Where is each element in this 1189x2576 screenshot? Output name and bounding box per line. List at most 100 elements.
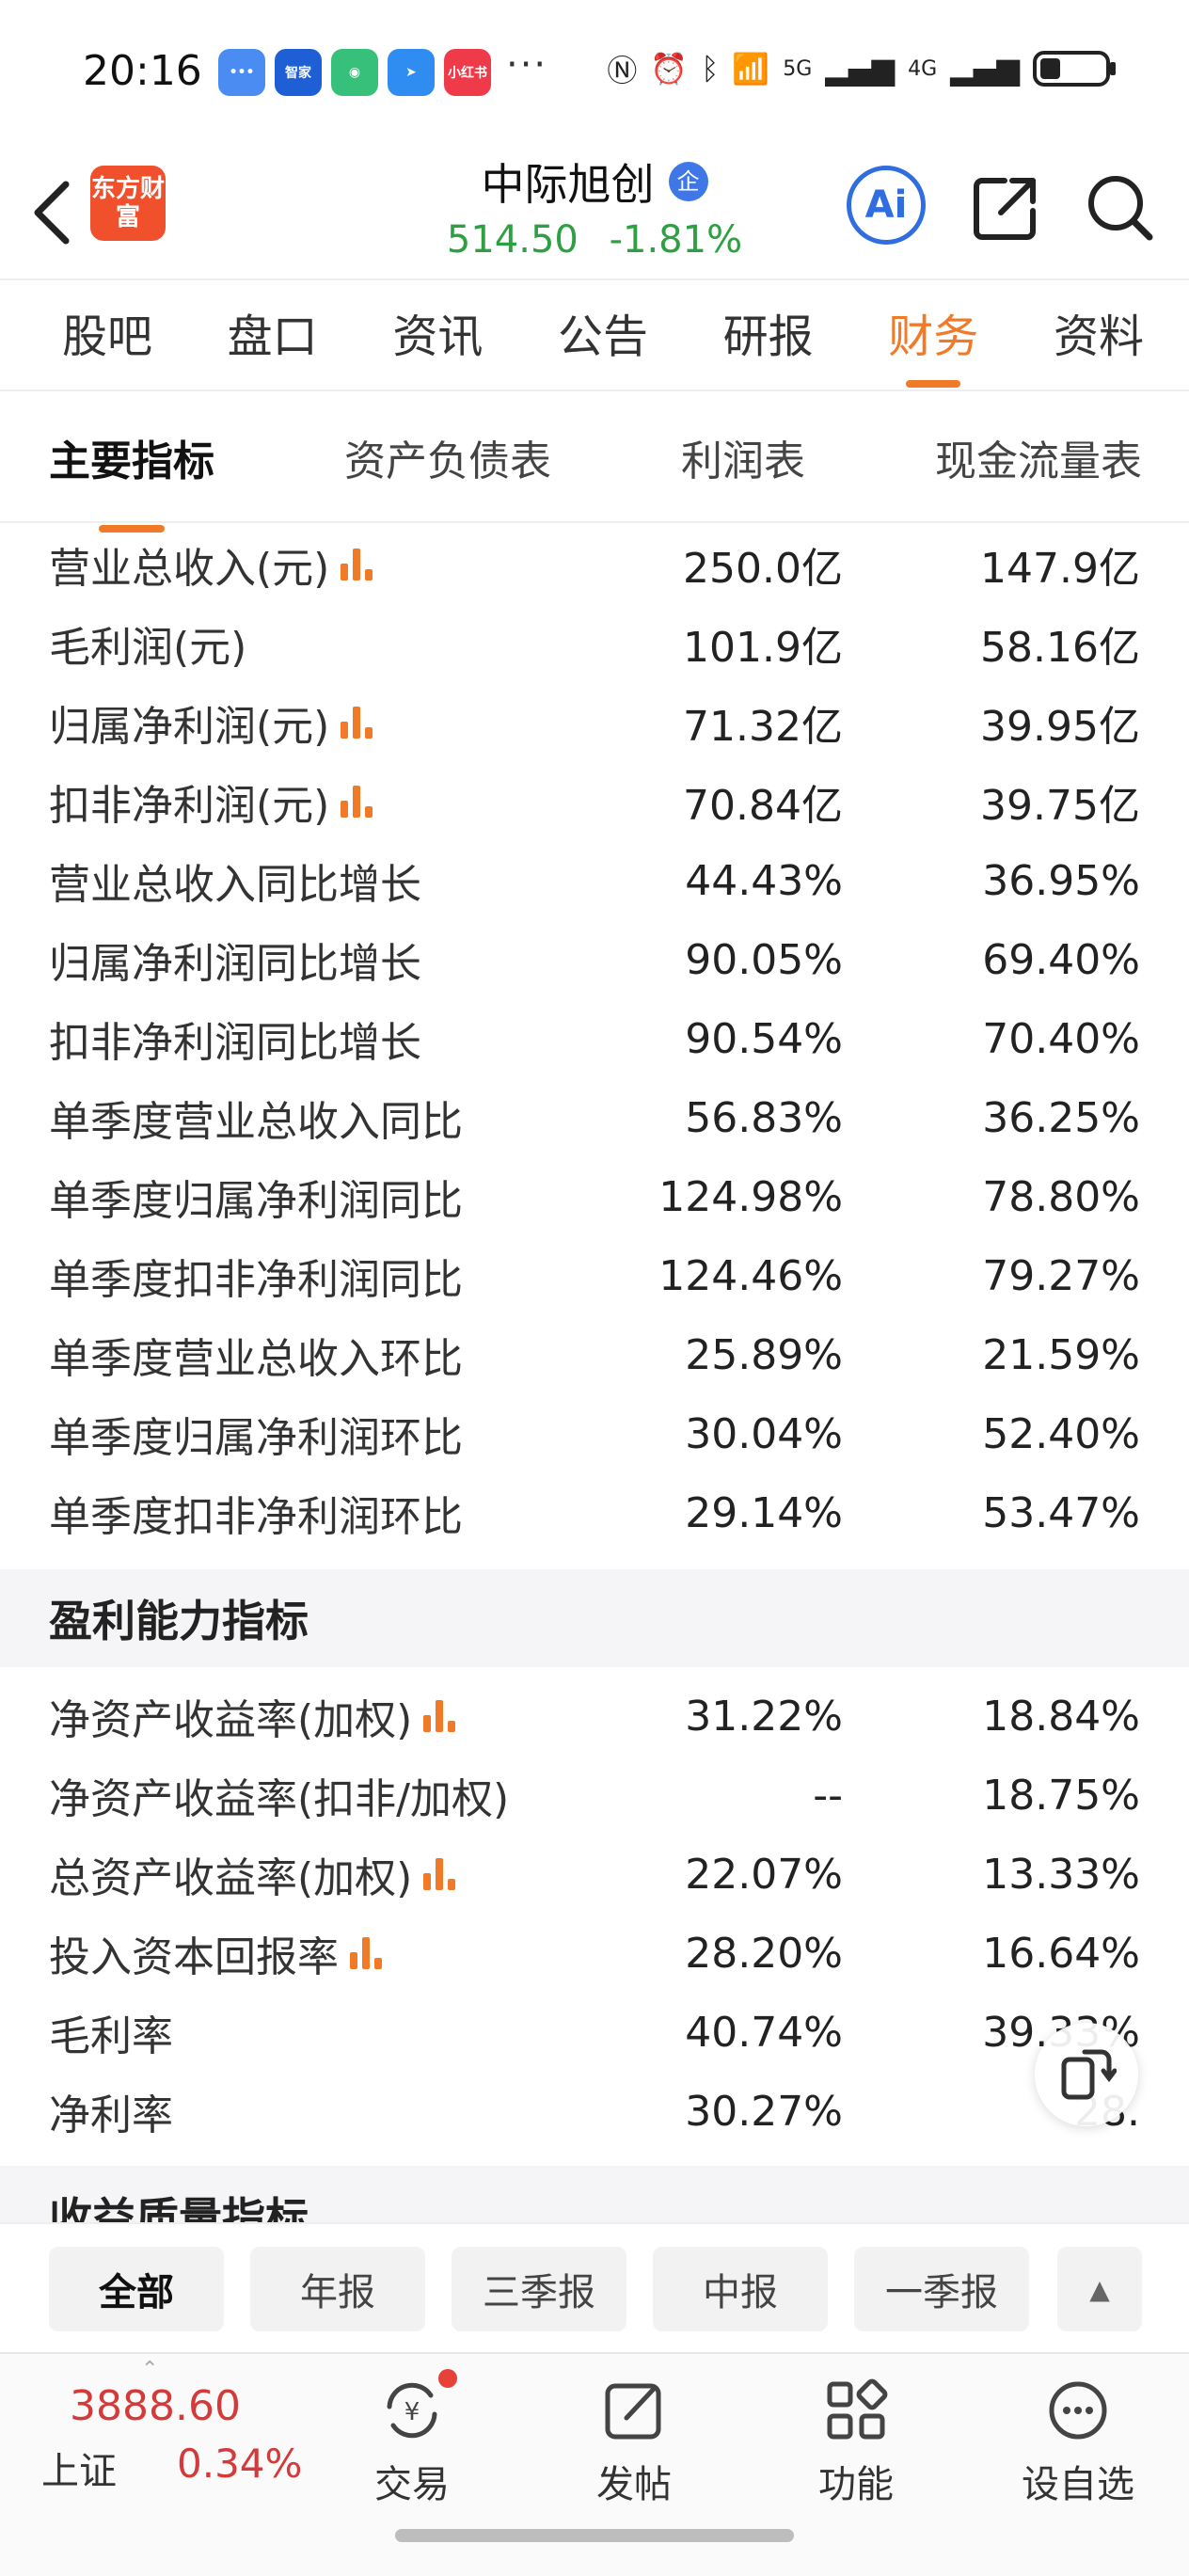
- indicator-label-text: 单季度归属净利润同比: [49, 1177, 463, 1225]
- value-period-2: 18.84%: [982, 1692, 1140, 1741]
- tab-guba[interactable]: 股吧: [62, 299, 152, 371]
- bar-chart-icon[interactable]: [341, 786, 374, 818]
- filter-all[interactable]: 全部: [49, 2247, 224, 2331]
- filter-interim[interactable]: 中报: [653, 2247, 828, 2331]
- tab-news[interactable]: 资讯: [392, 299, 483, 371]
- value-period-2: 16.64%: [982, 1929, 1140, 1978]
- bar-chart-icon[interactable]: [341, 707, 374, 739]
- indicator-row[interactable]: 总资产收益率(加权) 22.07% 13.33%: [0, 1835, 1189, 1914]
- subtab-balance-sheet[interactable]: 资产负债表: [344, 427, 551, 487]
- main-tabs: 股吧 盘口 资讯 公告 研报 财务 资料: [0, 278, 1189, 391]
- signal-icon: ▂▄▆: [825, 51, 896, 87]
- index-change[interactable]: 0.34%: [177, 2441, 302, 2487]
- nav-watchlist[interactable]: 设自选: [1003, 2373, 1153, 2508]
- shop-app-icon: ◉: [331, 49, 378, 96]
- wifi-icon: 📶: [732, 51, 770, 87]
- filter-annual[interactable]: 年报: [250, 2247, 425, 2331]
- indicator-row[interactable]: 扣非净利润同比增长 90.54% 70.40%: [0, 999, 1189, 1078]
- value-period-1: 30.27%: [685, 2087, 843, 2136]
- bar-chart-icon[interactable]: [423, 1858, 457, 1890]
- indicator-row[interactable]: 投入资本回报率 28.20% 16.64%: [0, 1914, 1189, 1993]
- share-icon[interactable]: [969, 169, 1044, 245]
- svg-text:¥: ¥: [404, 2398, 420, 2426]
- tab-research[interactable]: 研报: [723, 299, 814, 371]
- message-app-icon: •••: [218, 49, 265, 96]
- indicator-row[interactable]: 单季度归属净利润环比 30.04% 52.40%: [0, 1394, 1189, 1473]
- tab-finance[interactable]: 财务: [888, 299, 978, 388]
- subtab-key-indicators[interactable]: 主要指标: [49, 427, 214, 533]
- value-period-1: 29.14%: [685, 1488, 843, 1537]
- feishu-app-icon: ➤: [388, 49, 435, 96]
- indicator-row[interactable]: 单季度扣非净利润同比 124.46% 79.27%: [0, 1236, 1189, 1315]
- nav-post[interactable]: 发帖: [559, 2373, 709, 2508]
- indicator-label-text: 扣非净利润(元): [49, 782, 330, 830]
- ai-assistant-button[interactable]: Ai: [847, 166, 926, 245]
- rotate-view-button[interactable]: [1035, 2023, 1138, 2126]
- search-icon[interactable]: [1082, 169, 1157, 245]
- indicator-label-text: 单季度营业总收入同比: [49, 1098, 463, 1146]
- value-period-2: 53.47%: [982, 1488, 1140, 1537]
- indicator-row[interactable]: 归属净利润(元) 71.32亿 39.95亿: [0, 683, 1189, 762]
- indicator-row[interactable]: 净利率30.27%28.: [0, 2072, 1189, 2151]
- tab-profile[interactable]: 资料: [1054, 299, 1144, 371]
- tab-pankou[interactable]: 盘口: [228, 299, 318, 371]
- bluetooth-icon: ᛒ: [701, 51, 720, 87]
- indicator-label: 单季度归属净利润同比: [49, 1167, 463, 1227]
- signal-4g-label: 4G: [908, 56, 938, 81]
- indicator-label: 扣非净利润同比增长: [49, 1009, 421, 1069]
- scroll-top-button[interactable]: ▲: [1057, 2247, 1142, 2331]
- indicator-row[interactable]: 毛利润(元) 101.9亿 58.16亿: [0, 604, 1189, 683]
- value-period-1: 71.32亿: [683, 703, 843, 751]
- bar-chart-icon[interactable]: [341, 549, 374, 580]
- value-period-2: 79.27%: [982, 1251, 1140, 1300]
- more-icon: [1040, 2373, 1116, 2448]
- index-value[interactable]: 3888.60: [70, 2382, 241, 2430]
- indicator-row[interactable]: 单季度营业总收入环比 25.89% 21.59%: [0, 1315, 1189, 1394]
- signal-5g-label: 5G: [783, 56, 813, 81]
- value-period-2: 39.95亿: [980, 703, 1140, 751]
- indicator-row[interactable]: 毛利率40.74%39.33%: [0, 1993, 1189, 2072]
- nav-label: 设自选: [1022, 2463, 1134, 2506]
- home-indicator[interactable]: [395, 2529, 794, 2542]
- indicator-label: 单季度营业总收入环比: [49, 1325, 463, 1385]
- indicator-label-text: 毛利率: [49, 2012, 173, 2060]
- indicator-row[interactable]: 营业总收入(元) 250.0亿 147.9亿: [0, 525, 1189, 604]
- indicator-label: 毛利润(元): [49, 613, 246, 674]
- indicator-row[interactable]: 单季度扣非净利润环比 29.14% 53.47%: [0, 1473, 1189, 1552]
- filter-q1[interactable]: 一季报: [854, 2247, 1029, 2331]
- value-period-1: 44.43%: [685, 856, 843, 905]
- indicator-row[interactable]: 净资产收益率(加权) 31.22% 18.84%: [0, 1677, 1189, 1756]
- bottom-nav: ⌃ 3888.60 上证 0.34% ¥ 交易 发帖 功能 设自选: [0, 2352, 1189, 2576]
- indicator-row[interactable]: 净资产收益率(扣非/加权) -- 18.75%: [0, 1756, 1189, 1835]
- indicator-label-text: 毛利润(元): [49, 624, 247, 672]
- value-period-1: 28.20%: [685, 1929, 843, 1978]
- expand-caret-icon[interactable]: ⌃: [141, 2358, 158, 2381]
- section-title: 盈利能力指标: [49, 1596, 309, 1646]
- nav-trade[interactable]: ¥ 交易: [337, 2369, 487, 2508]
- tab-announcements[interactable]: 公告: [558, 299, 648, 371]
- indicator-label-text: 单季度扣非净利润环比: [49, 1493, 463, 1541]
- status-indicators: Ⓝ ⏰ ᛒ 📶 5G ▂▄▆ 4G ▂▄▆: [607, 47, 1116, 90]
- index-name[interactable]: 上证: [41, 2441, 117, 2495]
- indicator-row[interactable]: 营业总收入同比增长 44.43% 36.95%: [0, 841, 1189, 920]
- indicator-label: 单季度扣非净利润同比: [49, 1246, 463, 1306]
- indicator-label-text: 营业总收入(元): [49, 545, 330, 593]
- indicator-row[interactable]: 扣非净利润(元) 70.84亿 39.75亿: [0, 762, 1189, 841]
- indicator-row[interactable]: 单季度归属净利润同比 124.98% 78.80%: [0, 1157, 1189, 1236]
- subtab-income-statement[interactable]: 利润表: [681, 427, 805, 487]
- value-period-2: 70.40%: [982, 1014, 1140, 1063]
- value-period-2: 69.40%: [982, 935, 1140, 984]
- indicator-label-text: 营业总收入同比增长: [49, 861, 421, 909]
- zhijia-app-icon: 智家: [275, 49, 322, 96]
- indicator-row[interactable]: 归属净利润同比增长 90.05% 69.40%: [0, 920, 1189, 999]
- indicator-label-text: 投入资本回报率: [49, 1933, 339, 1981]
- bar-chart-icon[interactable]: [423, 1700, 457, 1732]
- filter-q3[interactable]: 三季报: [452, 2247, 626, 2331]
- trade-icon: ¥: [374, 2369, 457, 2448]
- indicator-label: 净资产收益率(扣非/加权): [49, 1765, 509, 1825]
- nav-functions[interactable]: 功能: [781, 2373, 931, 2508]
- section-header-profitability: 盈利能力指标: [0, 1569, 1189, 1667]
- subtab-cash-flow[interactable]: 现金流量表: [935, 427, 1142, 487]
- indicator-row[interactable]: 单季度营业总收入同比 56.83% 36.25%: [0, 1078, 1189, 1157]
- bar-chart-icon[interactable]: [350, 1937, 384, 1969]
